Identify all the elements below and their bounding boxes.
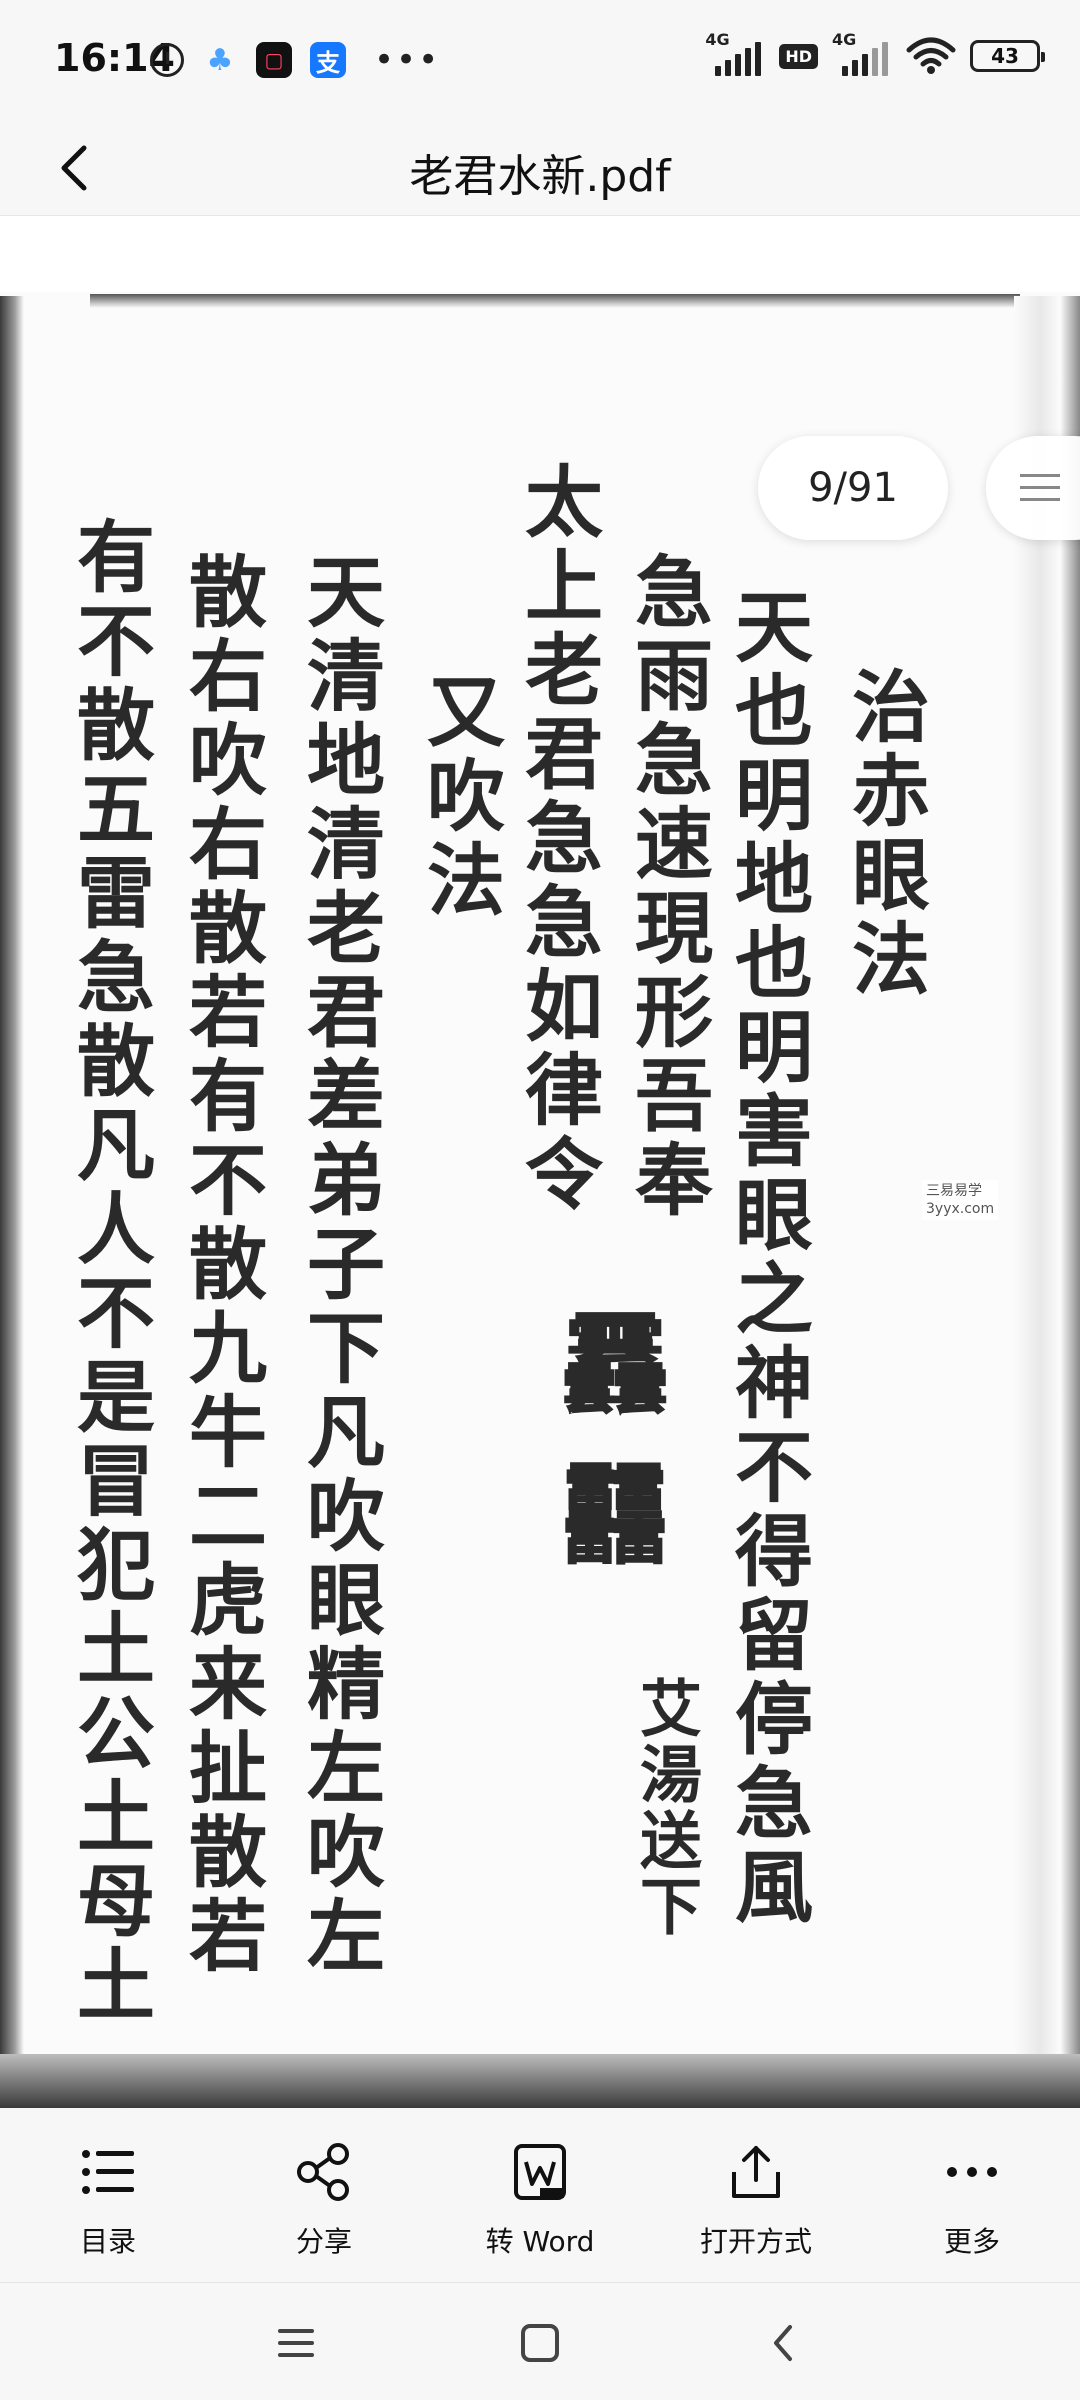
nav-back-button[interactable] (754, 2313, 814, 2373)
watermark-line: 3yyx.com (926, 1201, 995, 1217)
share-button[interactable]: 分享 (216, 2108, 432, 2282)
text-column: 太上老君急急如律令 (512, 461, 603, 1217)
page-edge-left (0, 296, 24, 2106)
battery-icon: 43 (970, 40, 1045, 72)
bottom-toolbar: 目录 分享 转 Word 打开方式 更多 (0, 2108, 1080, 2282)
home-square-icon (521, 2324, 559, 2362)
more-button[interactable]: 更多 (864, 2108, 1080, 2282)
share-label: 分享 (295, 2225, 352, 2258)
signal-icon-2: 4G (832, 30, 892, 76)
more-label: 更多 (943, 2225, 1000, 2258)
list-icon (82, 2150, 134, 2194)
menu-icon (1020, 474, 1060, 501)
page-edge-bottom (0, 2054, 1080, 2108)
network-type-label: 4G (705, 30, 730, 49)
talisman-char: 䨻 (560, 1451, 670, 1580)
notification-icons: ♣ ▢ 支 ••• (150, 40, 440, 80)
talisman-char: 䨺 (560, 1301, 670, 1430)
back-chevron-icon (774, 2325, 792, 2361)
toc-button[interactable]: 目录 (0, 2108, 216, 2282)
more-notifications-icon: ••• (374, 40, 441, 80)
signal-icon: 4G (705, 30, 765, 76)
wifi-icon (906, 37, 956, 74)
convert-word-label: 转 Word (485, 2225, 595, 2258)
system-icons: 4G HD 4G 43 (705, 30, 1045, 76)
document-title: 老君水新.pdf (409, 151, 671, 202)
more-icon (947, 2167, 997, 2177)
alarm-icon (150, 43, 184, 77)
text-column: 天清地清老君差弟子下凡吹眼精左吹左 (294, 551, 385, 1979)
text-column: 有不散五雷急散凡人不是冒犯土公土母土 (64, 516, 155, 2028)
open-with-button[interactable]: 打开方式 (648, 2108, 864, 2282)
battery-level: 43 (991, 44, 1019, 68)
convert-word-button[interactable]: 转 Word (432, 2108, 648, 2282)
share-icon (297, 2143, 349, 2201)
system-nav-bar (0, 2282, 1080, 2400)
talisman-characters: 䨺 䨻 (560, 1311, 710, 1731)
status-bar: 16:14 ♣ ▢ 支 ••• 4G HD 4G 43 (0, 0, 1080, 120)
menu-lines-icon (278, 2329, 314, 2357)
page-edge-right (1014, 296, 1080, 2106)
video-app-icon: ▢ (256, 42, 292, 78)
text-column: 急雨急速現形吾奉 (622, 551, 713, 1223)
text-column: 天也明地也明害眼之神不得留停急風 (722, 586, 813, 1930)
word-icon (514, 2144, 566, 2200)
network-type-label-2: 4G (832, 30, 857, 49)
open-with-label: 打开方式 (699, 2225, 812, 2258)
clover-app-icon: ♣ (206, 42, 234, 78)
text-column: 又吹法 (414, 671, 505, 923)
page-edge-top (90, 294, 1020, 308)
watermark-line: 三易易学 (926, 1183, 982, 1199)
title-bar: 老君水新.pdf (0, 120, 1080, 216)
alipay-icon: 支 (310, 42, 346, 78)
recent-apps-button[interactable] (266, 2313, 326, 2373)
text-column: 治赤眼法 (839, 666, 930, 1002)
text-column-small: 艾湯送下 (629, 1676, 702, 1940)
open-with-icon (732, 2146, 780, 2198)
watermark: 三易易学 3yyx.com (922, 1180, 998, 1220)
pdf-viewer[interactable]: 治赤眼法 天也明地也明害眼之神不得留停急風 急雨急速現形吾奉 太上老君急急如律令… (0, 216, 1080, 2108)
home-button[interactable] (510, 2313, 570, 2373)
outline-menu-button[interactable] (986, 436, 1080, 540)
page-indicator[interactable]: 9/91 (758, 436, 948, 540)
text-column: 散右吹右散若有不散九牛二虎来扯散若 (176, 551, 267, 1979)
toc-label: 目录 (79, 2225, 136, 2258)
hd-voice-badge: HD (779, 43, 818, 69)
